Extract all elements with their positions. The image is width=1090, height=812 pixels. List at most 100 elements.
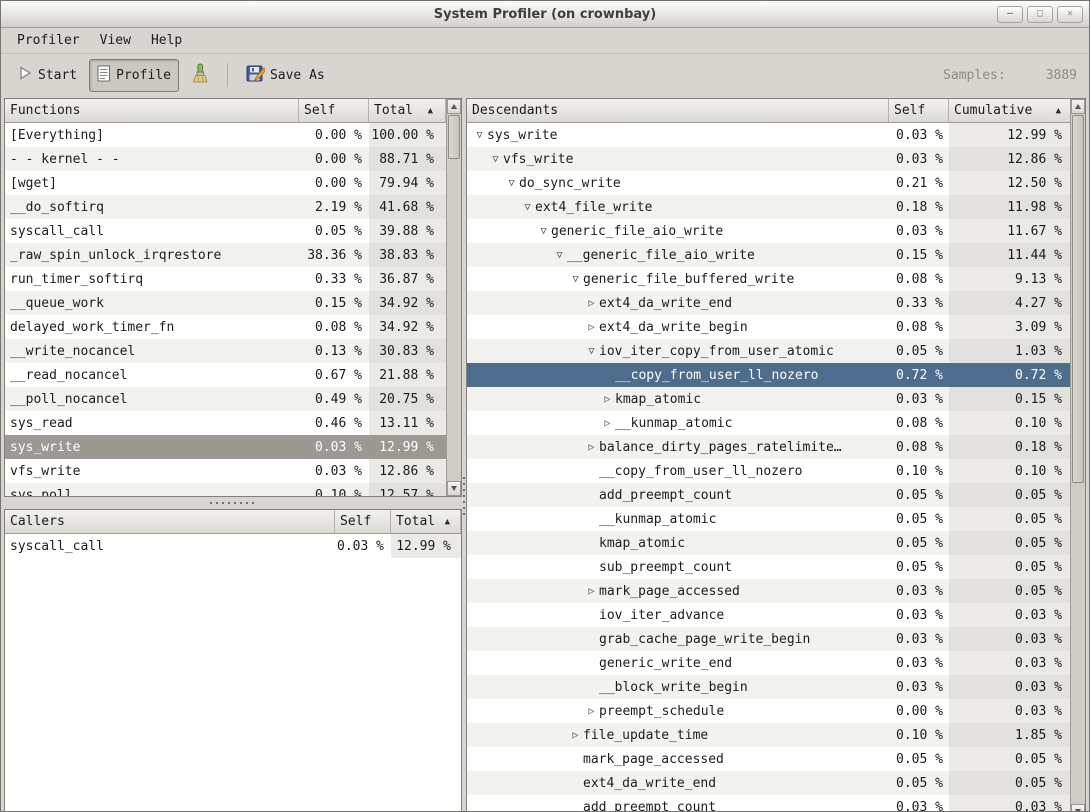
expander-open-icon[interactable]: ▽: [488, 154, 503, 165]
expander-open-icon[interactable]: ▽: [584, 346, 599, 357]
menubar: ProfilerViewHelp: [1, 28, 1089, 54]
table-row[interactable]: ▷ext4_da_write_begin0.08 %3.09 %: [467, 315, 1070, 339]
table-row[interactable]: ▷kmap_atomic0.03 %0.15 %: [467, 387, 1070, 411]
table-row[interactable]: __queue_work0.15 %34.92 %: [5, 291, 446, 315]
close-button[interactable]: ✕: [1057, 6, 1083, 23]
scrollbar-trough[interactable]: [1071, 114, 1085, 804]
table-row[interactable]: iov_iter_advance0.03 %0.03 %: [467, 603, 1070, 627]
table-row[interactable]: ▽__generic_file_aio_write0.15 %11.44 %: [467, 243, 1070, 267]
table-row[interactable]: ▽sys_write0.03 %12.99 %: [467, 123, 1070, 147]
table-row[interactable]: sys_read0.46 %13.11 %: [5, 411, 446, 435]
expander-open-icon[interactable]: ▽: [568, 274, 583, 285]
descendants-column-header[interactable]: Descendants: [467, 99, 889, 123]
table-row[interactable]: vfs_write0.03 %12.86 %: [5, 459, 446, 483]
scroll-up-button[interactable]: [1071, 99, 1085, 114]
start-button[interactable]: Start: [9, 59, 85, 91]
table-row[interactable]: ▷preempt_schedule0.00 %0.03 %: [467, 699, 1070, 723]
table-row[interactable]: __poll_nocancel0.49 %20.75 %: [5, 387, 446, 411]
expander-open-icon[interactable]: ▽: [536, 226, 551, 237]
table-row[interactable]: delayed_work_timer_fn0.08 %34.92 %: [5, 315, 446, 339]
menu-item-profiler[interactable]: Profiler: [7, 30, 90, 51]
expander-open-icon[interactable]: ▽: [552, 250, 567, 261]
menu-item-view[interactable]: View: [90, 30, 141, 51]
table-row[interactable]: ▷file_update_time0.10 %1.85 %: [467, 723, 1070, 747]
horizontal-pane-splitter[interactable]: [4, 497, 462, 509]
table-row[interactable]: __copy_from_user_ll_nozero0.72 %0.72 %: [467, 363, 1070, 387]
table-row[interactable]: __kunmap_atomic0.05 %0.05 %: [467, 507, 1070, 531]
table-row[interactable]: syscall_call0.03 %12.99 %: [5, 534, 461, 558]
scroll-down-button[interactable]: [1071, 804, 1085, 812]
minimize-button[interactable]: –: [997, 6, 1023, 23]
table-row[interactable]: ext4_da_write_end0.05 %0.05 %: [467, 771, 1070, 795]
table-row[interactable]: add_preempt_count0.03 %0.03 %: [467, 795, 1070, 812]
table-row[interactable]: sys_write0.03 %12.99 %: [5, 435, 446, 459]
titlebar[interactable]: System Profiler (on crownbay) – □ ✕: [1, 1, 1089, 28]
functions-vertical-scrollbar[interactable]: [446, 99, 461, 496]
table-row[interactable]: sys_poll0.10 %12.57 %: [5, 483, 446, 496]
expander-open-icon[interactable]: ▽: [472, 130, 487, 141]
table-row[interactable]: __copy_from_user_ll_nozero0.10 %0.10 %: [467, 459, 1070, 483]
total-column-header[interactable]: Total▲: [369, 99, 446, 123]
scroll-up-button[interactable]: [447, 99, 461, 114]
table-row[interactable]: __read_nocancel0.67 %21.88 %: [5, 363, 446, 387]
expander-closed-icon[interactable]: ▷: [600, 394, 615, 405]
table-row[interactable]: [Everything]0.00 %100.00 %: [5, 123, 446, 147]
reset-button[interactable]: [183, 57, 217, 94]
self-column-header[interactable]: Self: [889, 99, 949, 123]
expander-open-icon[interactable]: ▽: [504, 178, 519, 189]
table-row[interactable]: mark_page_accessed0.05 %0.05 %: [467, 747, 1070, 771]
expander-open-icon[interactable]: ▽: [520, 202, 535, 213]
profile-toggle-button[interactable]: Profile: [89, 59, 179, 92]
table-row[interactable]: sub_preempt_count0.05 %0.05 %: [467, 555, 1070, 579]
table-row[interactable]: __do_softirq2.19 %41.68 %: [5, 195, 446, 219]
table-row[interactable]: grab_cache_page_write_begin0.03 %0.03 %: [467, 627, 1070, 651]
self-value-cell: 0.03 %: [335, 534, 391, 558]
table-row[interactable]: syscall_call0.05 %39.88 %: [5, 219, 446, 243]
table-row[interactable]: ▽generic_file_aio_write0.03 %11.67 %: [467, 219, 1070, 243]
table-row[interactable]: kmap_atomic0.05 %0.05 %: [467, 531, 1070, 555]
table-row[interactable]: ▽iov_iter_copy_from_user_atomic0.05 %1.0…: [467, 339, 1070, 363]
table-row[interactable]: __block_write_begin0.03 %0.03 %: [467, 675, 1070, 699]
function-name-cell: ▽ext4_file_write: [467, 195, 889, 219]
table-row[interactable]: ▽vfs_write0.03 %12.86 %: [467, 147, 1070, 171]
table-row[interactable]: ▽do_sync_write0.21 %12.50 %: [467, 171, 1070, 195]
callers-row-list: syscall_call0.03 %12.99 %: [5, 534, 461, 812]
table-row[interactable]: generic_write_end0.03 %0.03 %: [467, 651, 1070, 675]
table-row[interactable]: ▽generic_file_buffered_write0.08 %9.13 %: [467, 267, 1070, 291]
table-row[interactable]: _raw_spin_unlock_irqrestore38.36 %38.83 …: [5, 243, 446, 267]
expander-closed-icon[interactable]: ▷: [568, 730, 583, 741]
self-value-cell: 0.03 %: [889, 795, 949, 812]
callers-column-header[interactable]: Callers: [5, 510, 335, 534]
table-row[interactable]: add_preempt_count0.05 %0.05 %: [467, 483, 1070, 507]
table-row[interactable]: run_timer_softirq0.33 %36.87 %: [5, 267, 446, 291]
expander-closed-icon[interactable]: ▷: [584, 706, 599, 717]
table-row[interactable]: - - kernel - -0.00 %88.71 %: [5, 147, 446, 171]
self-column-header[interactable]: Self: [299, 99, 369, 123]
functions-column-header[interactable]: Functions: [5, 99, 299, 123]
table-row[interactable]: [wget]0.00 %79.94 %: [5, 171, 446, 195]
menu-item-help[interactable]: Help: [141, 30, 192, 51]
function-name-label: ext4_da_write_begin: [599, 320, 748, 335]
table-row[interactable]: ▷mark_page_accessed0.03 %0.05 %: [467, 579, 1070, 603]
expander-closed-icon[interactable]: ▷: [584, 322, 599, 333]
total-column-header[interactable]: Total▲: [391, 510, 461, 534]
expander-closed-icon[interactable]: ▷: [584, 586, 599, 597]
table-row[interactable]: ▷__kunmap_atomic0.08 %0.10 %: [467, 411, 1070, 435]
descendants-vertical-scrollbar[interactable]: [1070, 99, 1085, 812]
vertical-pane-splitter[interactable]: [462, 98, 466, 812]
table-row[interactable]: ▽ext4_file_write0.18 %11.98 %: [467, 195, 1070, 219]
table-row[interactable]: ▷ext4_da_write_end0.33 %4.27 %: [467, 291, 1070, 315]
scroll-down-button[interactable]: [447, 481, 461, 496]
cumulative-column-header[interactable]: Cumulative▲: [949, 99, 1070, 123]
save-as-button[interactable]: Save As: [238, 58, 333, 93]
table-row[interactable]: __write_nocancel0.13 %30.83 %: [5, 339, 446, 363]
scrollbar-trough[interactable]: [447, 114, 461, 481]
maximize-button[interactable]: □: [1027, 6, 1053, 23]
scrollbar-thumb[interactable]: [1072, 115, 1084, 483]
expander-closed-icon[interactable]: ▷: [600, 418, 615, 429]
self-column-header[interactable]: Self: [335, 510, 391, 534]
table-row[interactable]: ▷balance_dirty_pages_ratelimite…0.08 %0.…: [467, 435, 1070, 459]
expander-closed-icon[interactable]: ▷: [584, 298, 599, 309]
scrollbar-thumb[interactable]: [448, 115, 460, 159]
expander-closed-icon[interactable]: ▷: [584, 442, 599, 453]
